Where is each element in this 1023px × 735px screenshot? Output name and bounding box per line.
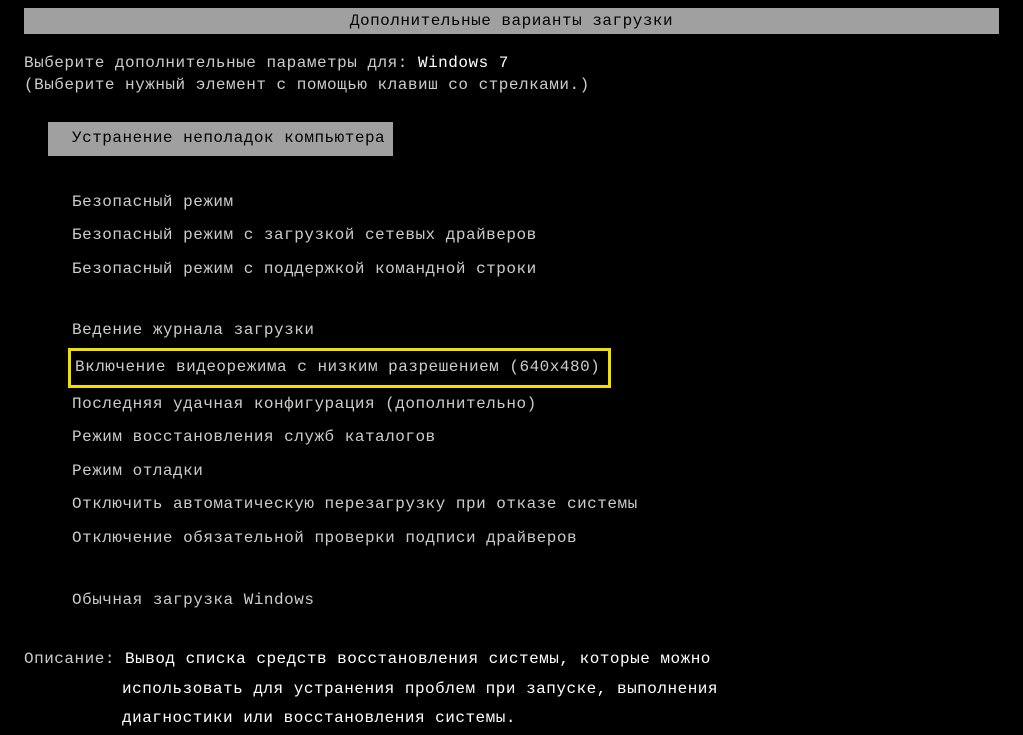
description-label: Описание: [24, 650, 125, 668]
menu-item-low-res-video[interactable]: Включение видеорежима с низким разрешени… [68, 348, 611, 388]
os-name: Windows 7 [418, 54, 509, 72]
menu-item-boot-logging[interactable]: Ведение журнала загрузки [24, 314, 999, 348]
description-line2: использовать для устранения проблем при … [24, 675, 999, 705]
title-bar: Дополнительные варианты загрузки [24, 8, 999, 34]
menu-item-repair[interactable]: Устранение неполадок компьютера [48, 122, 393, 156]
menu-item-disable-driver-sig[interactable]: Отключение обязательной проверки подписи… [24, 522, 999, 556]
menu-item-ds-restore[interactable]: Режим восстановления служб каталогов [24, 421, 999, 455]
menu-item-normal-boot[interactable]: Обычная загрузка Windows [24, 584, 999, 618]
prompt-label: Выберите дополнительные параметры для: [24, 54, 418, 72]
main-content: Выберите дополнительные параметры для: W… [0, 34, 1023, 617]
menu-item-safe-mode-network[interactable]: Безопасный режим с загрузкой сетевых дра… [24, 219, 999, 253]
menu-item-disable-auto-restart[interactable]: Отключить автоматическую перезагрузку пр… [24, 488, 999, 522]
page-title: Дополнительные варианты загрузки [350, 12, 673, 30]
menu-item-safe-mode-cmd[interactable]: Безопасный режим с поддержкой командной … [24, 253, 999, 287]
menu-item-last-known-good[interactable]: Последняя удачная конфигурация (дополнит… [24, 388, 999, 422]
hint-line: (Выберите нужный элемент с помощью клави… [24, 76, 999, 94]
menu-item-safe-mode[interactable]: Безопасный режим [24, 186, 999, 220]
boot-options-menu[interactable]: Устранение неполадок компьютера Безопасн… [24, 122, 999, 617]
description-block: Описание: Вывод списка средств восстанов… [0, 645, 1023, 734]
description-line3: диагностики или восстановления системы. [24, 704, 999, 734]
menu-item-debug[interactable]: Режим отладки [24, 455, 999, 489]
description-line1: Вывод списка средств восстановления сист… [125, 650, 711, 668]
prompt-line: Выберите дополнительные параметры для: W… [24, 54, 999, 72]
